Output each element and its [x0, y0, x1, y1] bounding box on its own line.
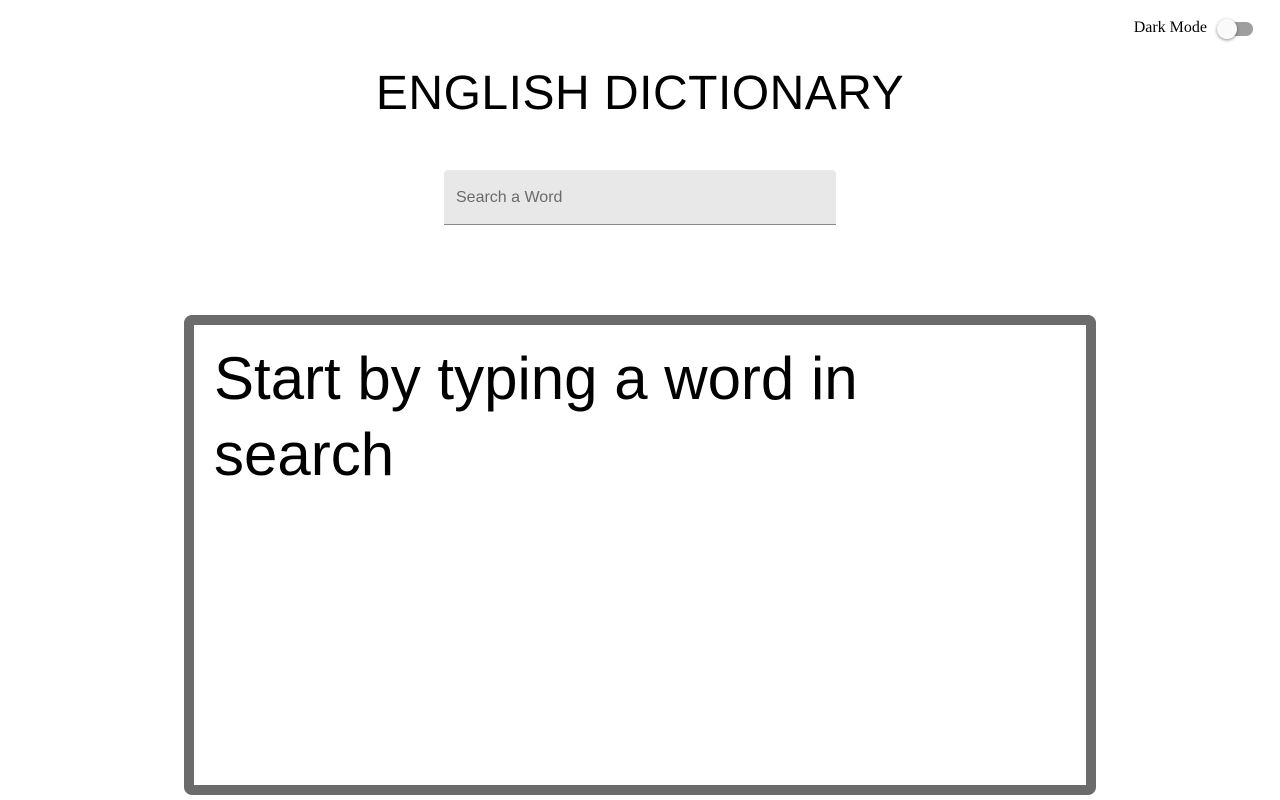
dark-mode-toggle[interactable]	[1217, 18, 1253, 39]
dark-mode-label: Dark Mode	[1133, 19, 1207, 36]
page-title: ENGLISH DICTIONARY	[375, 67, 905, 120]
toggle-thumb	[1217, 19, 1237, 39]
result-message: Start by typing a word in search	[214, 345, 858, 488]
result-panel: Start by typing a word in search	[184, 315, 1096, 795]
dark-mode-control: Dark Mode	[1133, 18, 1253, 39]
search-field[interactable]	[444, 170, 836, 225]
search-input[interactable]	[444, 170, 836, 224]
